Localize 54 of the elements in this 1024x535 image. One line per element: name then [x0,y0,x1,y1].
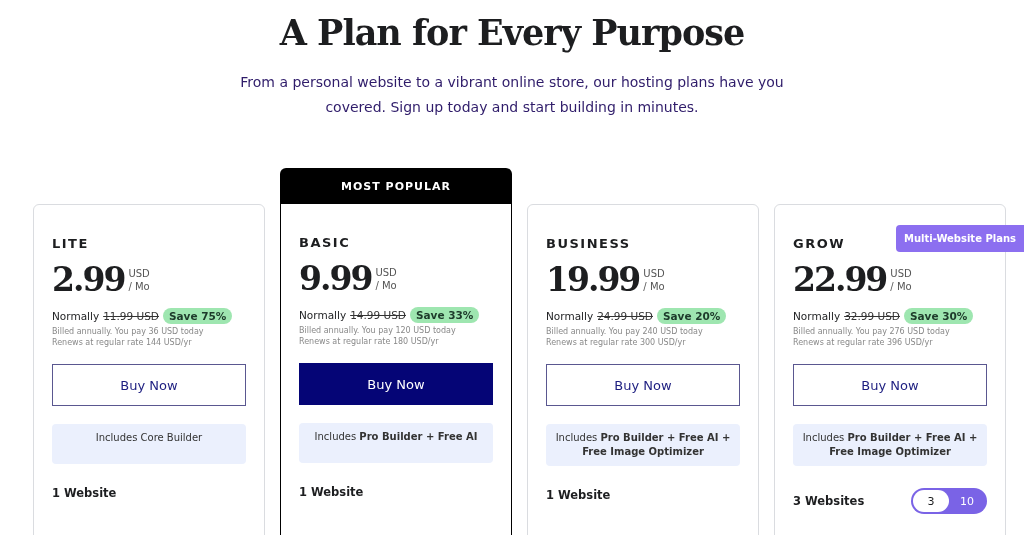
page-heading: A Plan for Every Purpose [278,11,746,54]
currency-label: USD [128,266,150,280]
includes-note: Includes Pro Builder + Free AI + Free Image Optimizer [793,424,987,466]
includes-note: Includes Pro Builder + Free AI + Free Image Optimizer [546,424,740,466]
renewal-note: Renews at regular rate 144 USD/yr [52,338,193,347]
currency-label: USD [375,265,397,279]
old-price: 32.99 USD [844,310,900,322]
plan-price: 22.99 [793,260,887,299]
billing-note: Billed annually. You pay 36 USD today [52,327,205,336]
normally-label: Normally [299,309,347,321]
includes-note: Includes Core Builder [52,424,246,464]
save-badge: Save 20% [656,308,727,324]
plan-price: 19.99 [546,260,640,299]
renewal-note: Renews at regular rate 300 USD/yr [546,338,687,347]
period-label: / Mo [128,279,150,293]
buy-now-button[interactable]: Buy Now [793,364,987,406]
buy-now-button[interactable]: Buy Now [299,363,493,405]
currency-label: USD [890,266,912,280]
normally-label: Normally [793,310,841,322]
currency-label: USD [643,266,665,280]
renewal-note: Renews at regular rate 396 USD/yr [793,338,934,347]
plan-price: 9.99 [299,259,372,298]
plan-price: 2.99 [52,260,125,299]
popular-banner: MOST POPULAR [280,168,512,204]
normally-label: Normally [546,310,594,322]
period-label: / Mo [890,279,912,293]
plan-tag: Multi-Website Plans [895,225,1024,252]
websites-count: 1 Website [299,485,364,499]
page-subheading: From a personal website to a vibrant online store, our hosting plans have you covered. Sign up today and start building in minutes. [239,73,785,117]
websites-count: 1 Website [52,486,117,500]
old-price: 14.99 USD [350,309,406,321]
plan-name: LITE [52,236,89,251]
plan-name: BASIC [299,235,351,250]
renewal-note: Renews at regular rate 180 USD/yr [299,337,440,346]
includes-note: Includes Pro Builder + Free AI [299,423,493,463]
plan-name: GROW [793,236,846,251]
save-badge: Save 33% [409,307,480,323]
save-badge: Save 75% [162,308,233,324]
old-price: 11.99 USD [103,310,159,322]
websites-count: 3 Websites [793,494,865,508]
period-label: / Mo [375,278,397,292]
normally-label: Normally [52,310,100,322]
billing-note: Billed annually. You pay 120 USD today [299,326,457,335]
billing-note: Billed annually. You pay 276 USD today [793,327,951,336]
save-badge: Save 30% [903,308,974,324]
websites-count: 1 Website [546,488,611,502]
buy-now-button[interactable]: Buy Now [546,364,740,406]
old-price: 24.99 USD [597,310,653,322]
toggle-option[interactable]: 3 [913,490,949,512]
billing-note: Billed annually. You pay 240 USD today [546,327,704,336]
toggle-option[interactable]: 10 [949,490,985,512]
plan-name: BUSINESS [546,236,631,251]
buy-now-button[interactable]: Buy Now [52,364,246,406]
period-label: / Mo [643,279,665,293]
